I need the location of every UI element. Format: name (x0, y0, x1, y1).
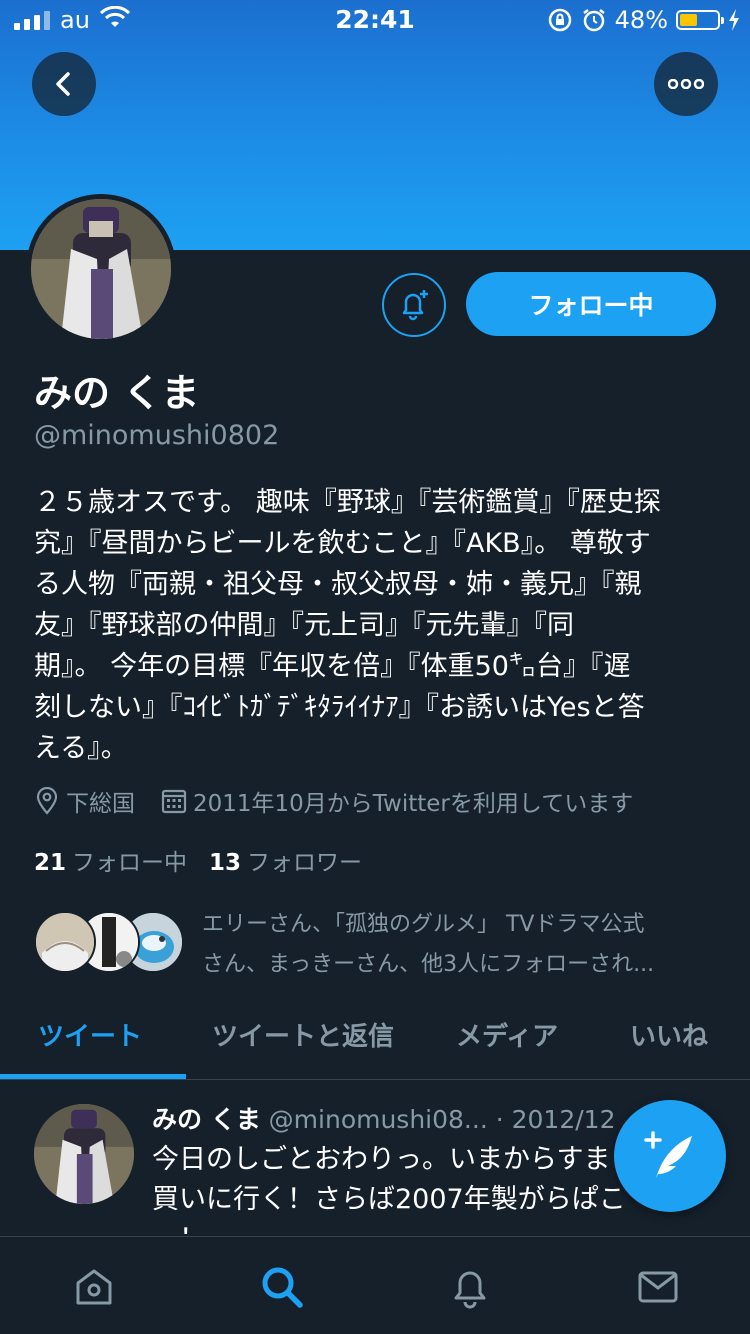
followers-label: フォロワー (247, 850, 363, 876)
mail-icon (638, 1271, 678, 1303)
notify-button[interactable] (382, 273, 446, 337)
following-count: 21 (34, 850, 67, 876)
profile-meta: 下総国 2011年10月からTwitterを利用しています (34, 784, 659, 818)
following-button[interactable]: フォロー中 (466, 272, 716, 336)
tab-media[interactable]: メディア (456, 1016, 558, 1053)
follower-avatar (34, 911, 96, 973)
alarm-icon (582, 9, 605, 32)
following-count-link[interactable]: 21 フォロー中 (34, 843, 187, 877)
home-icon (76, 1269, 112, 1305)
tab-tweets-and-replies[interactable]: ツイートと返信 (212, 1016, 394, 1053)
followers-count: 13 (209, 850, 242, 876)
tab-home[interactable] (70, 1263, 118, 1311)
location-pin-icon (36, 787, 58, 815)
followers-count-link[interactable]: 13 フォロワー (209, 843, 362, 877)
avatar-figure-image (34, 1104, 134, 1204)
follow-counts: 21 フォロー中 13 フォロワー (34, 843, 362, 877)
tab-messages[interactable] (634, 1263, 682, 1311)
tweet-header: みの くま @minomushi08... · 2012/12 (152, 1100, 615, 1136)
tab-likes[interactable]: いいね (630, 1016, 708, 1053)
more-button[interactable] (654, 52, 718, 116)
back-button[interactable] (32, 52, 96, 116)
charging-icon (729, 9, 739, 31)
active-tab-indicator (0, 1074, 186, 1079)
followed-by-text: エリーさん、「孤独のグルメ」 TVドラマ公式 さん、まっきーさん、他3人にフォロ… (202, 912, 655, 977)
status-bar: au 22:41 48% (0, 0, 750, 40)
location-text: 下総国 (66, 791, 135, 817)
battery-icon (676, 10, 724, 30)
joined-date: 2011年10月からTwitterを利用しています (193, 791, 634, 817)
tab-search[interactable] (258, 1263, 306, 1311)
avatar-figure-image (31, 199, 171, 339)
bottom-tab-bar (0, 1236, 750, 1334)
tab-notifications[interactable] (446, 1263, 494, 1311)
profile-handle: @minomushi0802 (34, 420, 280, 451)
following-label: フォロー中 (72, 850, 188, 876)
bell-icon (454, 1271, 486, 1309)
chevron-left-icon (56, 72, 70, 96)
tab-tweets[interactable]: ツイート (38, 1016, 142, 1053)
rotation-lock-icon (548, 8, 571, 32)
followers-you-know[interactable]: エリーさん、「孤独のグルメ」 TVドラマ公式 さん、まっきーさん、他3人にフォロ… (34, 905, 734, 977)
profile-bio: ２５歳オスです。 趣味『野球』『芸術鑑賞』『歴史探 究』『昼間からビールを飲むこ… (34, 487, 661, 764)
tweet-handle-date: @minomushi08... · 2012/12 (268, 1105, 616, 1134)
calendar-icon (161, 789, 187, 814)
profile-avatar[interactable] (26, 194, 176, 344)
bell-plus-icon (402, 290, 428, 321)
profile-tabs: ツイート ツイートと返信 メディア いいね (0, 1000, 750, 1080)
more-dots-icon (668, 79, 704, 89)
display-name: みの くま (34, 371, 200, 415)
compose-tweet-button[interactable] (614, 1100, 726, 1212)
compose-feather-icon (644, 1131, 692, 1178)
battery-percent: 48% (614, 6, 668, 34)
search-icon (262, 1267, 303, 1308)
tweet-avatar[interactable] (34, 1104, 134, 1204)
tweet-author-name: みの くま (152, 1105, 261, 1134)
